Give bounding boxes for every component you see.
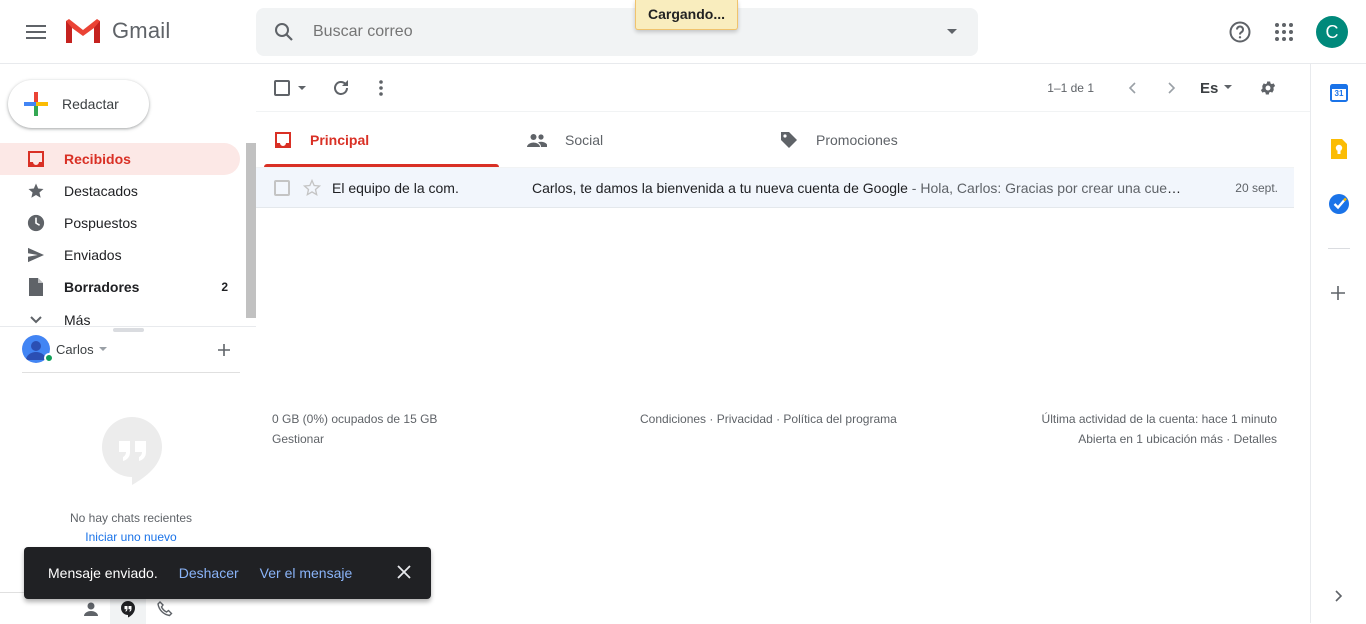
nav-item-enviados[interactable]: Enviados bbox=[0, 239, 240, 271]
tab-label: Social bbox=[565, 131, 604, 148]
tasks-icon[interactable] bbox=[1329, 194, 1349, 214]
compose-label: Redactar bbox=[62, 96, 119, 112]
compose-plus-icon bbox=[24, 92, 48, 116]
prev-page-icon[interactable] bbox=[1128, 82, 1136, 94]
app-name: Gmail bbox=[112, 18, 171, 43]
last-activity: Última actividad de la cuenta: hace 1 mi… bbox=[1041, 412, 1277, 426]
next-page-icon[interactable] bbox=[1168, 82, 1176, 94]
pagination-text: 1–1 de 1 bbox=[1047, 81, 1094, 95]
snackbar-message: Mensaje enviado. bbox=[48, 565, 158, 581]
online-status-dot bbox=[44, 353, 54, 363]
calendar-icon[interactable]: 31 bbox=[1330, 84, 1348, 102]
manage-storage-link[interactable]: Gestionar bbox=[272, 432, 324, 446]
account-avatar[interactable]: C bbox=[1316, 16, 1348, 48]
search-options-icon[interactable] bbox=[946, 26, 958, 38]
email-subject: Carlos, te damos la bienvenida a tu nuev… bbox=[532, 180, 908, 196]
top-bar: Gmail Cargando... C bbox=[0, 0, 1366, 64]
view-message-button[interactable]: Ver el mensaje bbox=[260, 565, 353, 581]
nav-scrollbar[interactable] bbox=[246, 143, 256, 318]
tab-label: Promociones bbox=[816, 131, 898, 148]
close-icon[interactable] bbox=[397, 565, 411, 579]
email-snippet: - Hola, Carlos: Gracias por crear una cu… bbox=[911, 180, 1184, 196]
caret-down-icon bbox=[98, 347, 107, 351]
input-tools-label[interactable]: Es bbox=[1200, 80, 1218, 97]
help-icon[interactable] bbox=[1228, 20, 1252, 44]
add-contact-icon[interactable] bbox=[216, 342, 232, 358]
chevron-down-icon bbox=[26, 316, 46, 324]
phone-icon bbox=[157, 600, 173, 616]
undo-button[interactable]: Deshacer bbox=[179, 565, 239, 581]
loading-indicator: Cargando... bbox=[635, 0, 739, 30]
draft-icon bbox=[26, 278, 46, 296]
settings-gear-icon[interactable] bbox=[1259, 79, 1277, 97]
apps-grid-icon[interactable] bbox=[1274, 22, 1294, 42]
nav-item-borradores[interactable]: Borradores 2 bbox=[0, 271, 240, 303]
select-all-checkbox[interactable] bbox=[274, 80, 290, 96]
snackbar: Mensaje enviado. Deshacer Ver el mensaje bbox=[24, 547, 431, 599]
star-outline-icon[interactable] bbox=[302, 178, 322, 198]
search-bar[interactable] bbox=[256, 8, 978, 56]
hangouts-separator bbox=[22, 372, 240, 373]
people-icon bbox=[527, 133, 547, 147]
draft-count: 2 bbox=[221, 280, 228, 294]
compose-button[interactable]: Redactar bbox=[8, 80, 149, 128]
keep-icon[interactable] bbox=[1331, 139, 1347, 159]
email-sender: El equipo de la com. bbox=[332, 180, 459, 196]
storage-usage: 0 GB (0%) ocupados de 15 GB bbox=[272, 412, 438, 426]
clock-icon bbox=[26, 214, 46, 232]
nav-item-destacados[interactable]: Destacados bbox=[0, 175, 240, 207]
nav-label: Destacados bbox=[64, 183, 138, 199]
expand-panel-icon[interactable] bbox=[1335, 590, 1343, 602]
side-panel: 31 bbox=[1310, 64, 1366, 623]
inbox-icon bbox=[274, 131, 292, 149]
gmail-m-icon bbox=[66, 19, 100, 43]
tab-social[interactable]: Social bbox=[517, 112, 752, 167]
star-icon bbox=[26, 182, 46, 200]
add-addon-icon[interactable] bbox=[1331, 286, 1345, 300]
nav-item-pospuestos[interactable]: Pospuestos bbox=[0, 207, 240, 239]
main-menu-button[interactable] bbox=[20, 16, 52, 48]
search-input[interactable] bbox=[313, 23, 913, 41]
more-options-icon[interactable] bbox=[379, 80, 383, 96]
inbox-icon bbox=[26, 150, 46, 168]
nav-label: Borradores bbox=[64, 279, 140, 295]
email-row[interactable]: El equipo de la com. Carlos, te damos la… bbox=[256, 168, 1294, 208]
nav-item-recibidos[interactable]: Recibidos bbox=[0, 143, 240, 175]
tab-principal[interactable]: Principal bbox=[264, 112, 499, 167]
mail-toolbar: 1–1 de 1 Es bbox=[256, 64, 1310, 112]
tag-icon bbox=[780, 131, 798, 149]
select-dropdown-icon[interactable] bbox=[298, 86, 306, 91]
nav-label: Enviados bbox=[64, 247, 122, 263]
refresh-icon[interactable] bbox=[332, 79, 350, 97]
side-panel-divider bbox=[1328, 248, 1350, 249]
tab-promociones[interactable]: Promociones bbox=[770, 112, 1005, 167]
hangouts-user[interactable]: Carlos bbox=[22, 334, 240, 364]
hamburger-icon bbox=[26, 25, 46, 39]
nav-label: Pospuestos bbox=[64, 215, 138, 231]
footer-links[interactable]: Condiciones · Privacidad · Política del … bbox=[640, 412, 897, 426]
search-icon[interactable] bbox=[272, 20, 296, 44]
send-icon bbox=[26, 247, 46, 263]
user-name: Carlos bbox=[56, 341, 94, 357]
tab-label: Principal bbox=[310, 131, 370, 148]
nav-label: Recibidos bbox=[64, 151, 131, 167]
no-chats-text: No hay chats recientes bbox=[69, 511, 193, 525]
gmail-logo[interactable]: Gmail bbox=[64, 17, 170, 45]
email-preview: Carlos, te damos la bienvenida a tu nuev… bbox=[532, 180, 1184, 196]
person-icon bbox=[84, 602, 98, 616]
resize-handle[interactable] bbox=[113, 328, 144, 332]
row-checkbox[interactable] bbox=[274, 180, 290, 196]
email-date: 20 sept. bbox=[1235, 181, 1278, 195]
calendar-day: 31 bbox=[1334, 89, 1344, 98]
start-chat-link[interactable]: Iniciar uno nuevo bbox=[0, 530, 262, 544]
activity-details-link[interactable]: Abierta en 1 ubicación más · Detalles bbox=[1078, 432, 1277, 446]
hangouts-divider bbox=[0, 326, 256, 327]
chat-quote-icon bbox=[121, 600, 135, 617]
input-tools-dropdown-icon[interactable] bbox=[1224, 85, 1232, 90]
hangouts-quote-icon bbox=[102, 417, 162, 485]
